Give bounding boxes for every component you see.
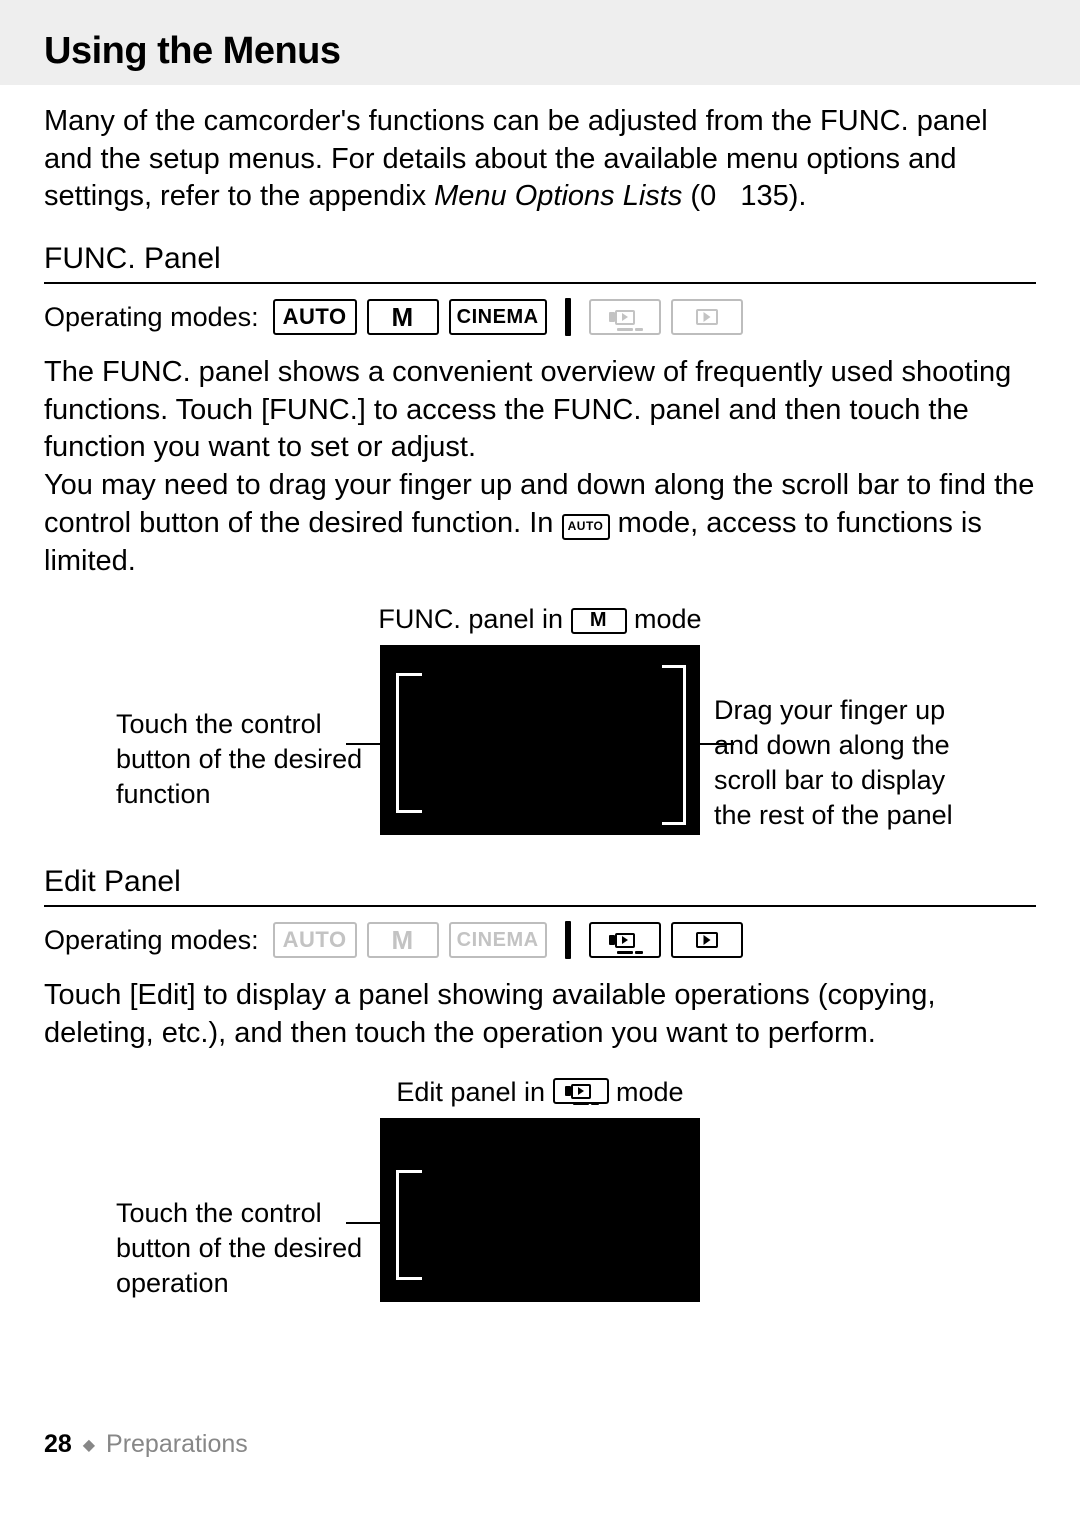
right-bracket-inner-icon xyxy=(665,668,683,822)
intro-appendix-name: Menu Options Lists xyxy=(434,180,682,212)
edit-panel-wrap xyxy=(380,1118,700,1302)
edit-panel-screenshot xyxy=(380,1118,700,1302)
mode-photo-playback xyxy=(671,299,743,335)
mode-auto: AUTO xyxy=(273,922,357,958)
video-playback-icon xyxy=(615,933,635,948)
func-figure: Touch the control button of the desired … xyxy=(44,645,1036,835)
page-number: 28 xyxy=(44,1430,72,1458)
func-panel-screenshot xyxy=(380,645,700,835)
intro-text-post: (0 135). xyxy=(682,180,806,212)
edit-description: Touch [Edit] to display a panel showing … xyxy=(44,977,1036,1052)
mode-auto: AUTO xyxy=(273,299,357,335)
mode-cinema: CINEMA xyxy=(449,299,547,335)
func-operating-modes: Operating modes: AUTO M CINEMA xyxy=(44,298,1036,336)
func-left-callout: Touch the control button of the desired … xyxy=(116,645,366,812)
section-divider xyxy=(44,905,1036,907)
inline-auto-chip: AUTO xyxy=(562,514,610,540)
footer-diamond-icon: ◆ xyxy=(83,1437,95,1454)
edit-panel-heading: Edit Panel xyxy=(44,865,1036,899)
func-caption-pre: FUNC. panel in xyxy=(378,604,570,634)
func-figure-caption: FUNC. panel in M mode xyxy=(44,604,1036,635)
mode-separator xyxy=(565,298,571,336)
inline-m-chip: M xyxy=(571,608,627,634)
func-right-callout: Drag your finger up and down along the s… xyxy=(714,645,964,833)
photo-playback-icon xyxy=(696,932,718,948)
chapter-name: Preparations xyxy=(106,1430,248,1458)
edit-caption-pre: Edit panel in xyxy=(396,1077,552,1107)
operating-modes-label: Operating modes: xyxy=(44,925,259,956)
section-divider xyxy=(44,282,1036,284)
mode-video-playback xyxy=(589,922,661,958)
photo-playback-icon xyxy=(696,309,718,325)
operating-modes-label: Operating modes: xyxy=(44,302,259,333)
edit-operating-modes: Operating modes: AUTO M CINEMA xyxy=(44,921,1036,959)
func-description: The FUNC. panel shows a convenient overv… xyxy=(44,354,1036,580)
func-caption-post: mode xyxy=(634,604,702,634)
edit-left-callout: Touch the control button of the desired … xyxy=(116,1118,366,1301)
video-playback-icon xyxy=(615,310,635,325)
manual-page: Using the Menus Many of the camcorder's … xyxy=(0,0,1080,1521)
edit-figure: Touch the control button of the desired … xyxy=(44,1118,1036,1302)
video-playback-icon xyxy=(571,1084,591,1099)
page-footer: 28 ◆ Preparations xyxy=(44,1430,248,1459)
func-panel-wrap xyxy=(380,645,700,835)
page-title: Using the Menus xyxy=(44,30,1036,73)
intro-paragraph: Many of the camcorder's functions can be… xyxy=(44,103,1036,216)
mode-manual: M xyxy=(367,299,439,335)
left-bracket-inner-icon xyxy=(399,676,419,810)
left-bracket-inner-icon xyxy=(399,1173,419,1277)
inline-video-chip xyxy=(553,1078,609,1104)
mode-separator xyxy=(565,921,571,959)
mode-manual: M xyxy=(367,922,439,958)
mode-video-playback xyxy=(589,299,661,335)
edit-caption-post: mode xyxy=(616,1077,684,1107)
func-panel-heading: FUNC. Panel xyxy=(44,242,1036,276)
edit-figure-caption: Edit panel in mode xyxy=(44,1077,1036,1108)
mode-photo-playback xyxy=(671,922,743,958)
mode-cinema: CINEMA xyxy=(449,922,547,958)
edit-right-spacer xyxy=(714,1118,964,1166)
title-bar: Using the Menus xyxy=(0,0,1080,85)
